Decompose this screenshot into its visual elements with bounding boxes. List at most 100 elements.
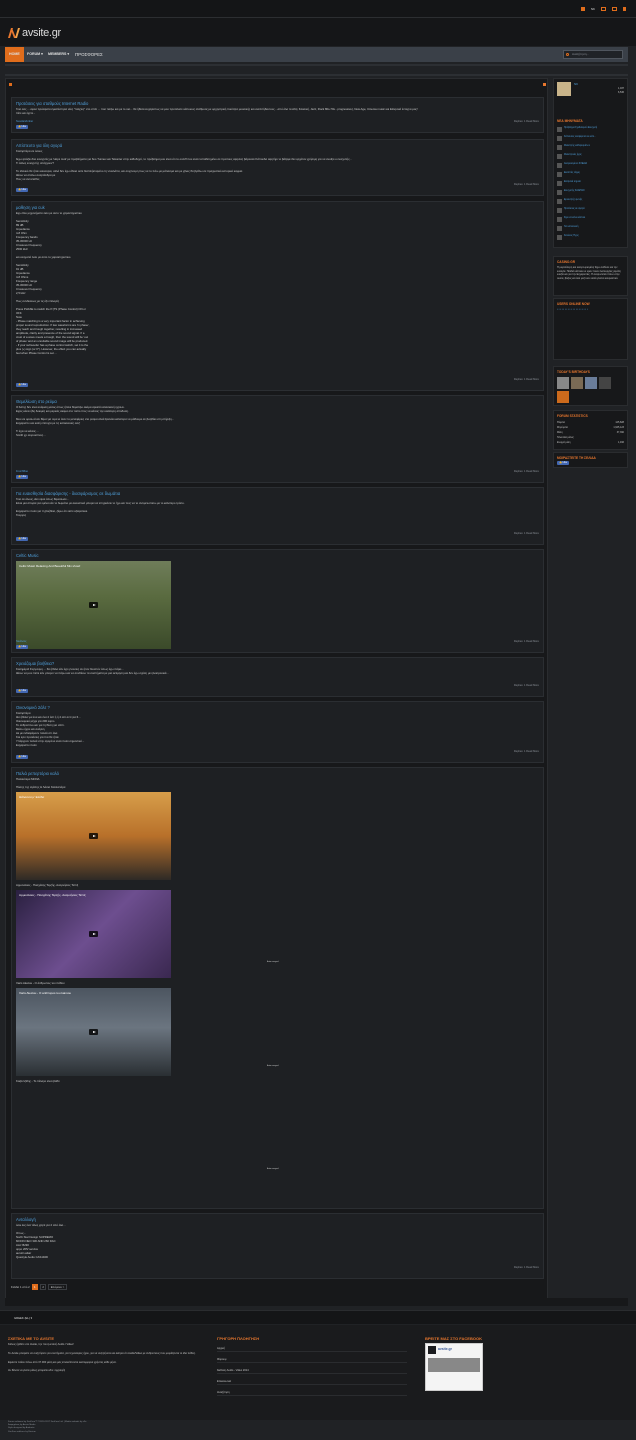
avatar[interactable] (557, 208, 562, 213)
profile-name[interactable]: ΝΚ (574, 82, 578, 86)
avatar[interactable] (585, 377, 597, 389)
next-page-link[interactable]: Επόμενο > (48, 1284, 67, 1290)
avatar[interactable] (557, 181, 562, 186)
language-selector[interactable]: GREEK (EL) ▾ (14, 1316, 32, 1320)
avatar[interactable] (557, 154, 562, 159)
post-title[interactable]: Απίστευτο για όλη αγορά (16, 143, 539, 148)
like-button[interactable]: 👍 Like (16, 475, 29, 479)
new-message-item[interactable]: Ενισχυτής ΣΑΔΡΩΝ (557, 190, 624, 195)
read-more-link[interactable]: Replies: 1 Read More (514, 470, 539, 473)
new-message-title[interactable]: Κανένας Ήχος (564, 235, 579, 237)
like-button[interactable]: 👍 Like (16, 188, 29, 192)
new-message-title[interactable]: Μελετητικός ήχος (564, 154, 582, 156)
user-avatar-icon[interactable] (580, 7, 585, 11)
read-more-link[interactable]: Replies: 1 Read More (514, 1266, 539, 1269)
avatar[interactable] (557, 136, 562, 141)
post-title[interactable]: Προτάσεις για σταθμούς Internet Radio (16, 101, 539, 106)
new-message-item[interactable]: Πρόβλημα Σχεδιασμού Ενισχυτή (557, 127, 624, 132)
footer-quick-link[interactable]: Αναζήτηση (217, 1389, 407, 1396)
avatar[interactable] (557, 377, 569, 389)
post-title[interactable]: Οικονομικό 2άλτ ? (16, 705, 539, 710)
new-message-title[interactable]: Εκλιπτός τόρμη (564, 172, 580, 174)
new-message-title[interactable]: Αναγκασμένοι ΣΧΕΔΙΑ (564, 163, 587, 165)
post-title[interactable]: μαθηση για cuk (16, 205, 539, 210)
avatar[interactable] (571, 377, 583, 389)
read-more-link[interactable]: Replies: 1 Read More (514, 120, 539, 123)
new-message-title[interactable]: Ερευνητής φωνής (564, 199, 582, 201)
avatar[interactable] (557, 190, 562, 195)
nav-members[interactable]: MEMBERS ▾ (44, 47, 73, 62)
footer-quick-link[interactable]: Αρχική (217, 1345, 407, 1352)
mail-icon[interactable] (601, 7, 606, 11)
new-message-item[interactable]: Για κατασκευή (557, 226, 624, 231)
nav-offers[interactable]: ΠΡΟΣΦΟΡΕΣ (71, 47, 107, 62)
avatar[interactable] (599, 377, 611, 389)
new-message-item[interactable]: Προτάσεις σε αγορά (557, 208, 624, 213)
post-title[interactable]: Παλιά ρεπερτόριο καλό (16, 771, 539, 776)
post-title[interactable]: Για ευαισθησία διασφάρισης - διασφάρισμο… (16, 491, 539, 496)
user-label[interactable]: ΝΚ (591, 7, 595, 11)
facebook-widget[interactable]: avsite.gr (425, 1343, 483, 1391)
new-message-title[interactable]: Έχει να κάνει κάποιο (564, 217, 585, 219)
page-link[interactable]: 1 (31, 1284, 39, 1290)
page-link[interactable]: 2 (39, 1284, 47, 1290)
flag-icon[interactable] (623, 7, 626, 11)
new-message-item[interactable]: Μελετητικός ήχος (557, 154, 624, 159)
avatar[interactable] (557, 172, 562, 177)
play-icon[interactable] (89, 833, 98, 839)
avatar[interactable] (557, 145, 562, 150)
like-button[interactable]: 👍 Like (16, 645, 29, 649)
read-more-link[interactable]: Replies: 1 Read More (514, 684, 539, 687)
new-message-item[interactable]: Αναγκασμένοι ΣΧΕΔΙΑ (557, 163, 624, 168)
avatar[interactable] (557, 127, 562, 132)
post-title[interactable]: Celtic Music (16, 553, 539, 558)
new-message-title[interactable]: Ενισχυτής ΣΑΔΡΩΝ (564, 190, 584, 192)
play-icon[interactable] (89, 1029, 98, 1035)
read-more-link[interactable]: Replies: 1 Read More (514, 183, 539, 186)
like-button[interactable]: 👍 Like (16, 383, 29, 387)
new-message-item[interactable]: Εκλιπτός τόρμη (557, 172, 624, 177)
search-input[interactable]: Αναζήτηση... (563, 50, 623, 59)
avatar[interactable] (557, 82, 571, 96)
nav-home[interactable]: HOME (5, 47, 24, 62)
new-message-title[interactable]: Ελληνικά σημεία (564, 181, 581, 183)
like-button[interactable]: 👍 Like (16, 689, 29, 693)
new-message-title[interactable]: Κάπουλος αναφέρεται σε κάτι... (564, 136, 596, 138)
play-icon[interactable] (89, 931, 98, 937)
alert-icon[interactable] (612, 7, 617, 11)
new-message-item[interactable]: Ερευνητής φωνής (557, 199, 624, 204)
new-message-item[interactable]: Κάπουλος αναφέρεται σε κάτι... (557, 136, 624, 141)
like-button[interactable]: 👍 Like (16, 537, 29, 541)
read-more-link[interactable]: Replies: 1 Read More (514, 640, 539, 643)
avatar[interactable] (557, 235, 562, 240)
like-button[interactable]: 👍 Like (16, 125, 29, 129)
video-embed[interactable]: Xaris Alexiou - O anthropos tou kaimou (16, 988, 171, 1076)
post-title[interactable]: Ανταλλαγή (16, 1217, 539, 1222)
read-more-link[interactable]: Replies: 1 Read More (514, 532, 539, 535)
avatar[interactable] (557, 163, 562, 168)
avatar[interactable] (557, 226, 562, 231)
footer-quick-link[interactable]: Έκθεση Audio - Video 2014 (217, 1367, 407, 1374)
footer-quick-link[interactable]: Φόρουμ (217, 1356, 407, 1363)
new-message-title[interactable]: Για κατασκευή (564, 226, 578, 228)
video-embed[interactable]: Θάλασσα μ' Ελάδα (16, 792, 171, 880)
read-more-link[interactable]: Replies: 1 Read More (514, 378, 539, 381)
new-message-title[interactable]: Προτάσεις σε αγορά (564, 208, 585, 210)
rss-icon[interactable] (543, 83, 546, 86)
site-logo[interactable]: avsite.gr (7, 26, 61, 40)
read-more-link[interactable]: Replies: 1 Read More (514, 750, 539, 753)
avatar[interactable] (557, 391, 569, 403)
video-embed[interactable]: Αρμονίλαος - Πασχάλης Τερζής- Αναμνήσεις… (16, 890, 171, 978)
new-message-item[interactable]: Μελετητής καθαρισμάτων (557, 145, 624, 150)
home-icon[interactable] (9, 83, 12, 86)
new-message-item[interactable]: Έχει να κάνει κάποιο (557, 217, 624, 222)
like-button[interactable]: 👍 Like (557, 461, 570, 465)
like-button[interactable]: 👍 Like (16, 755, 29, 759)
avatar[interactable] (557, 199, 562, 204)
new-message-title[interactable]: Μελετητής καθαρισμάτων (564, 145, 590, 147)
new-message-item[interactable]: Ελληνικά σημεία (557, 181, 624, 186)
video-embed[interactable]: Celtic Music Relaxing And Beautiful Mix … (16, 561, 171, 649)
post-title[interactable]: Θεμελίωση στο ρεύμα (16, 399, 539, 404)
post-title[interactable]: Χρειάζομαι βοήθεια? (16, 661, 539, 666)
play-icon[interactable] (89, 602, 98, 608)
